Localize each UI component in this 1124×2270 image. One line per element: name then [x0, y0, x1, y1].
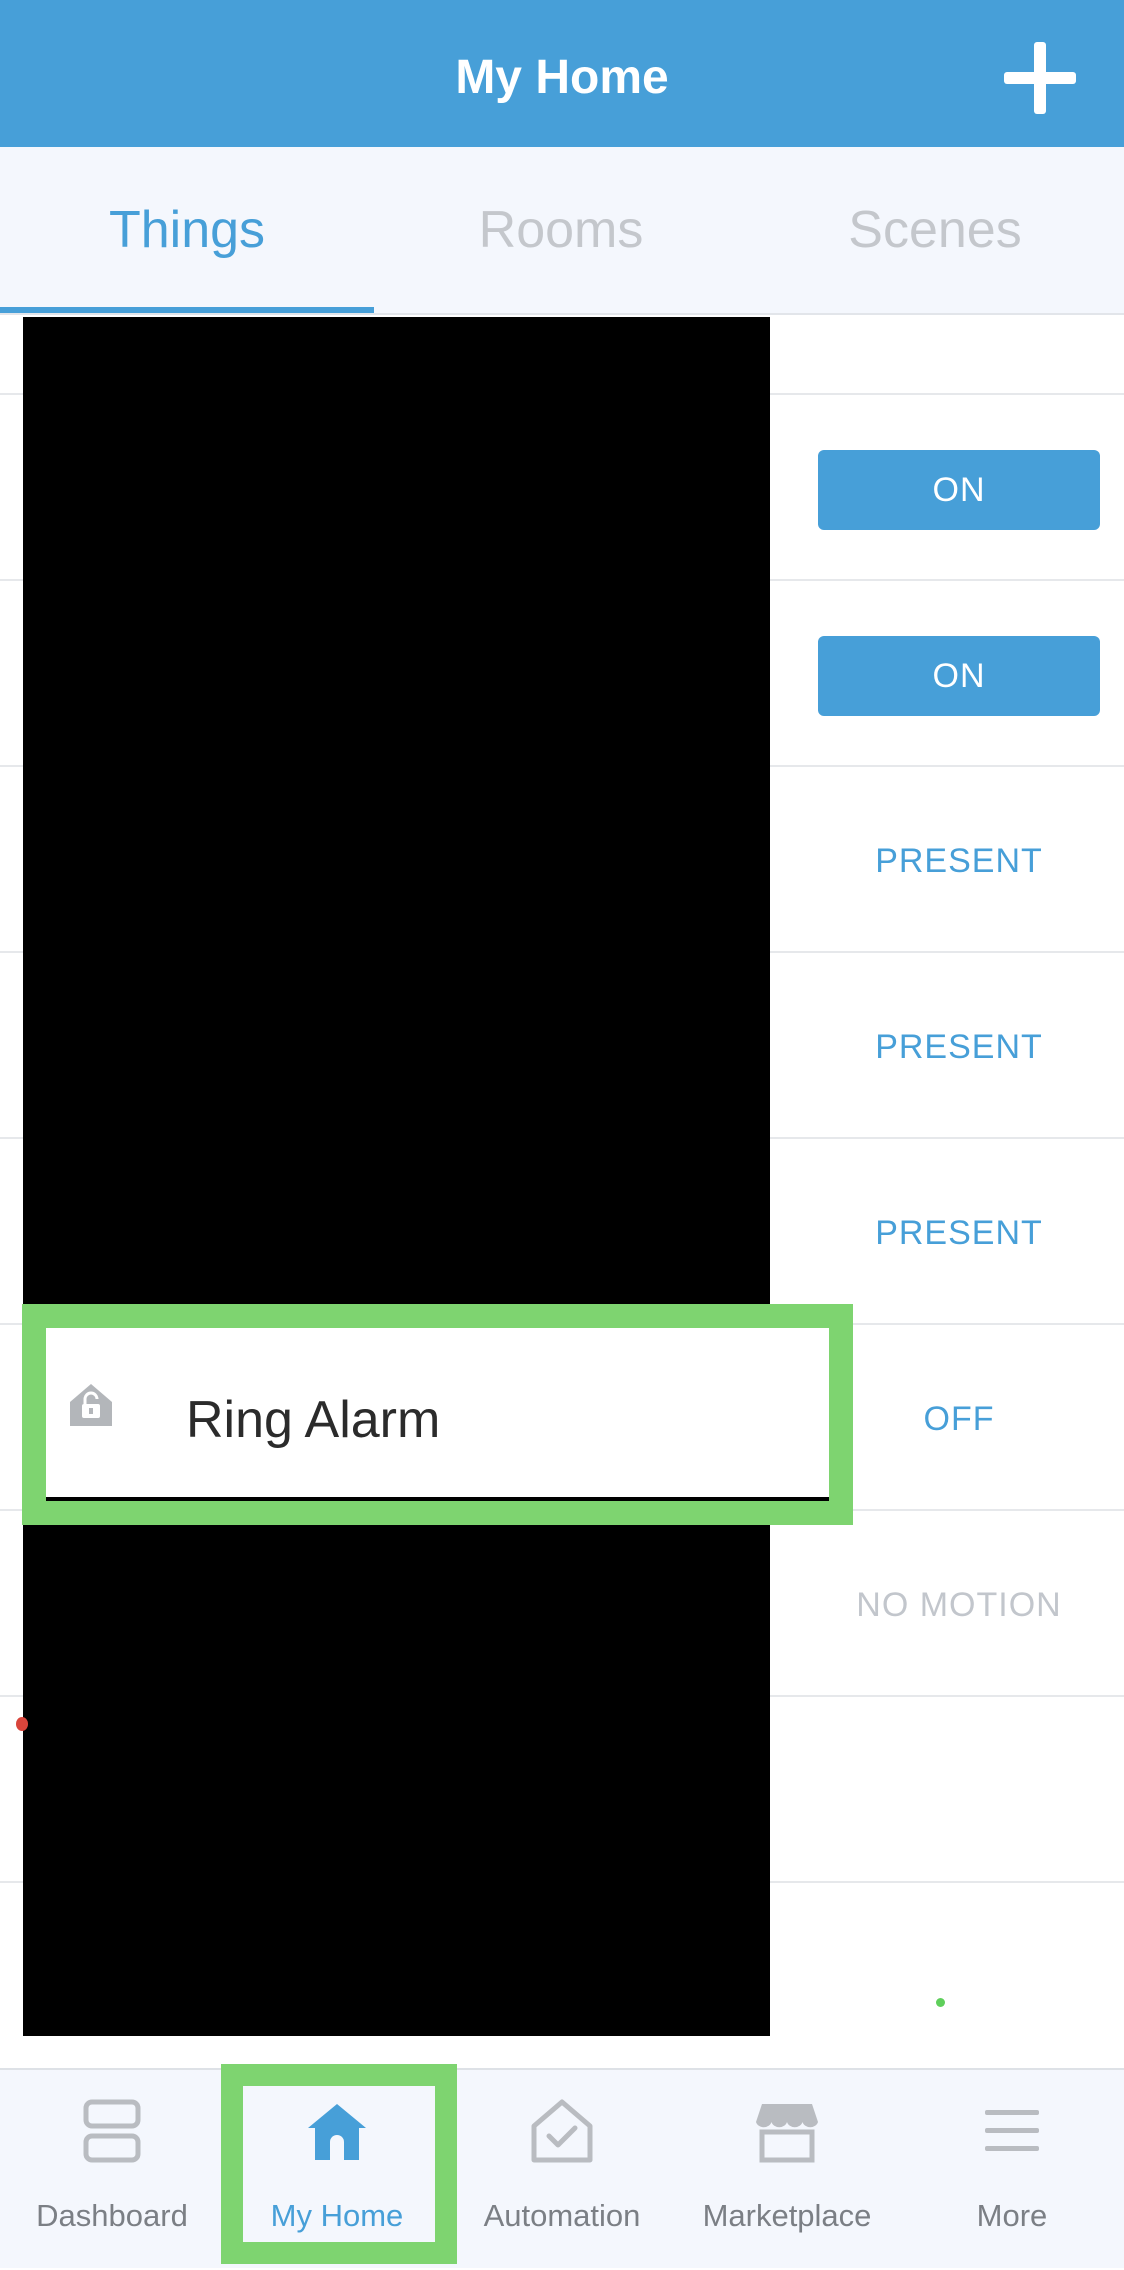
device-ring-alarm[interactable]: Ring Alarm — [46, 1328, 829, 1501]
active-tab-indicator — [0, 307, 374, 313]
tab-things[interactable]: Things — [0, 147, 374, 313]
redacted-region — [23, 1525, 770, 2036]
home-lock-icon — [70, 1384, 112, 1426]
status-label[interactable]: PRESENT — [780, 842, 1124, 881]
status-button[interactable]: ON — [818, 636, 1100, 716]
tab-scenes[interactable]: Scenes — [748, 147, 1122, 313]
nav-dashboard[interactable]: Dashboard — [0, 2070, 224, 2270]
nav-label: Dashboard — [36, 2198, 188, 2233]
add-icon[interactable] — [1000, 38, 1080, 118]
dashboard-icon — [83, 2099, 141, 2163]
nav-more[interactable]: More — [900, 2070, 1124, 2270]
page-title: My Home — [455, 51, 669, 104]
status-label[interactable]: PRESENT — [780, 1214, 1124, 1253]
nav-automation[interactable]: Automation — [450, 2070, 674, 2270]
device-name: Ring Alarm — [186, 1391, 441, 1449]
bottom-nav: Dashboard My Home Automation Marketplace… — [0, 2068, 1124, 2268]
nav-label: Automation — [483, 2198, 641, 2233]
menu-icon — [985, 2110, 1039, 2151]
home-icon — [308, 2104, 366, 2160]
nav-label: Marketplace — [702, 2198, 872, 2233]
redacted-region — [23, 317, 770, 1304]
status-label[interactable]: PRESENT — [780, 1028, 1124, 1067]
nav-my-home[interactable]: My Home — [225, 2070, 449, 2270]
status-button[interactable]: ON — [818, 450, 1100, 530]
nav-marketplace[interactable]: Marketplace — [675, 2070, 899, 2270]
app-header: My Home — [0, 0, 1124, 147]
tab-bar: Things Rooms Scenes — [0, 147, 1124, 315]
alert-dot — [16, 1717, 28, 1731]
status-label: NO MOTION — [856, 1586, 1062, 1624]
nav-label: My Home — [270, 2198, 404, 2233]
marketplace-icon — [756, 2104, 818, 2163]
tab-rooms[interactable]: Rooms — [374, 147, 748, 313]
automation-icon — [531, 2099, 593, 2163]
nav-label: More — [976, 2198, 1048, 2233]
status-dot — [936, 1998, 945, 2007]
